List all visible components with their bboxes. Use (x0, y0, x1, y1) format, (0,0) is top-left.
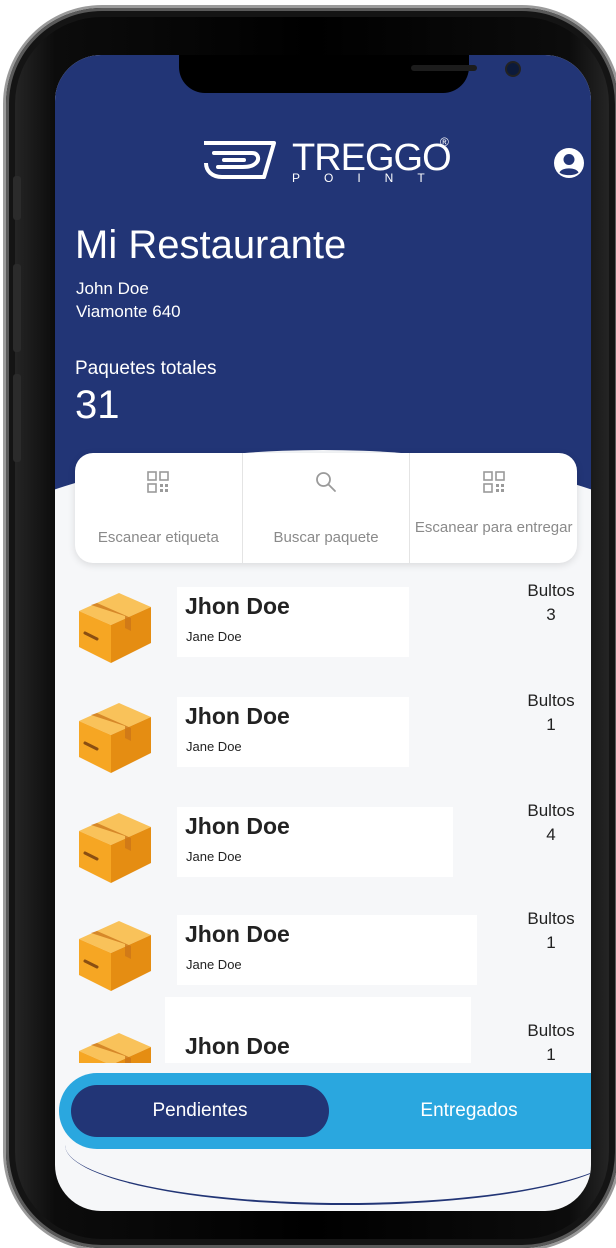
package-box-icon (79, 921, 151, 991)
sender-name: Jane Doe (186, 739, 242, 754)
logo-subtitle: POINT (292, 171, 449, 185)
tab-entregados[interactable]: Entregados (359, 1085, 579, 1137)
package-list: Jhon Doe Jane Doe Bultos 3 Jhon Doe Jane… (55, 573, 591, 1063)
bultos-label: Bultos (527, 691, 575, 710)
bultos-value: 3 (546, 605, 556, 624)
scan-label-button[interactable]: Escanear etiqueta (75, 453, 243, 563)
scan-deliver-text: Escanear para entregar (414, 519, 573, 536)
list-item[interactable]: Jhon Doe Jane Doe Bultos 4 (55, 793, 591, 903)
recipient-name: Jhon Doe (185, 921, 290, 947)
recipient-name: Jhon Doe (185, 703, 290, 729)
bultos-count: Bultos 4 (507, 799, 591, 847)
total-packages-label: Paquetes totales (75, 358, 217, 379)
front-camera (505, 61, 521, 77)
recipient-name: Jhon Doe (185, 813, 290, 839)
search-icon (316, 472, 336, 492)
bultos-value: 1 (546, 933, 556, 952)
mute-switch (13, 176, 21, 220)
bultos-label: Bultos (527, 1021, 575, 1040)
speaker (411, 65, 477, 71)
search-package-button[interactable]: Buscar paquete (243, 453, 411, 563)
bultos-value: 1 (546, 1045, 556, 1063)
bultos-label: Bultos (527, 801, 575, 820)
scan-label-text: Escanear etiqueta (97, 529, 219, 546)
list-item[interactable]: Jhon Doe Jane Doe Bultos 1 (55, 901, 591, 1011)
bultos-value: 4 (546, 825, 556, 844)
tab-pendientes[interactable]: Pendientes (71, 1085, 329, 1137)
page-title: Mi Restaurante (75, 223, 347, 267)
total-packages-value: 31 (75, 383, 120, 427)
phone-frame: TREGGO ® POINT Mi Restaurante John Doe V… (6, 8, 616, 1248)
package-box-icon (79, 813, 151, 883)
package-box-icon (79, 703, 151, 773)
notch (179, 55, 521, 93)
list-item[interactable]: Jhon Doe Bultos 1 (55, 997, 591, 1063)
recipient-name: Jhon Doe (185, 593, 290, 619)
qr-icon (482, 471, 505, 493)
recipient-name: Jhon Doe (185, 1033, 290, 1059)
sender-name: Jane Doe (186, 849, 242, 864)
sender-name: Jane Doe (186, 629, 242, 644)
treggo-logo: TREGGO ® POINT (200, 135, 452, 187)
wing-logo-icon (204, 141, 276, 179)
sender-name: Jane Doe (186, 957, 242, 972)
bultos-label: Bultos (527, 581, 575, 600)
package-box-icon (79, 1033, 151, 1063)
volume-up-button (13, 264, 21, 352)
bultos-count: Bultos 1 (507, 1019, 591, 1063)
bultos-count: Bultos 1 (507, 907, 591, 955)
package-name-card: Jhon Doe Jane Doe (177, 697, 409, 767)
volume-down-button (13, 374, 21, 462)
bultos-count: Bultos 1 (507, 689, 591, 737)
logo-registered: ® (440, 135, 449, 149)
store-address: Viamonte 640 (76, 302, 181, 321)
package-name-card: Jhon Doe Jane Doe (177, 807, 453, 877)
bottom-decoration (65, 1133, 591, 1205)
bultos-count: Bultos 3 (507, 579, 591, 627)
search-package-text: Buscar paquete (273, 529, 379, 546)
list-item[interactable]: Jhon Doe Jane Doe Bultos 3 (55, 573, 591, 683)
package-name-card: Jhon Doe Jane Doe (177, 915, 477, 985)
package-name-card: Jhon Doe (165, 997, 471, 1063)
bultos-value: 1 (546, 715, 556, 734)
bultos-label: Bultos (527, 909, 575, 928)
package-name-card: Jhon Doe Jane Doe (177, 587, 409, 657)
qr-icon (147, 471, 170, 493)
action-card: Escanear etiqueta Buscar paquete Escanea… (75, 453, 577, 563)
app-screen: TREGGO ® POINT Mi Restaurante John Doe V… (55, 55, 591, 1211)
owner-name: John Doe (76, 279, 149, 298)
profile-icon[interactable] (553, 147, 585, 179)
list-item[interactable]: Jhon Doe Jane Doe Bultos 1 (55, 683, 591, 793)
scan-deliver-button[interactable]: Escanear para entregar (410, 453, 577, 563)
package-box-icon (79, 593, 151, 663)
